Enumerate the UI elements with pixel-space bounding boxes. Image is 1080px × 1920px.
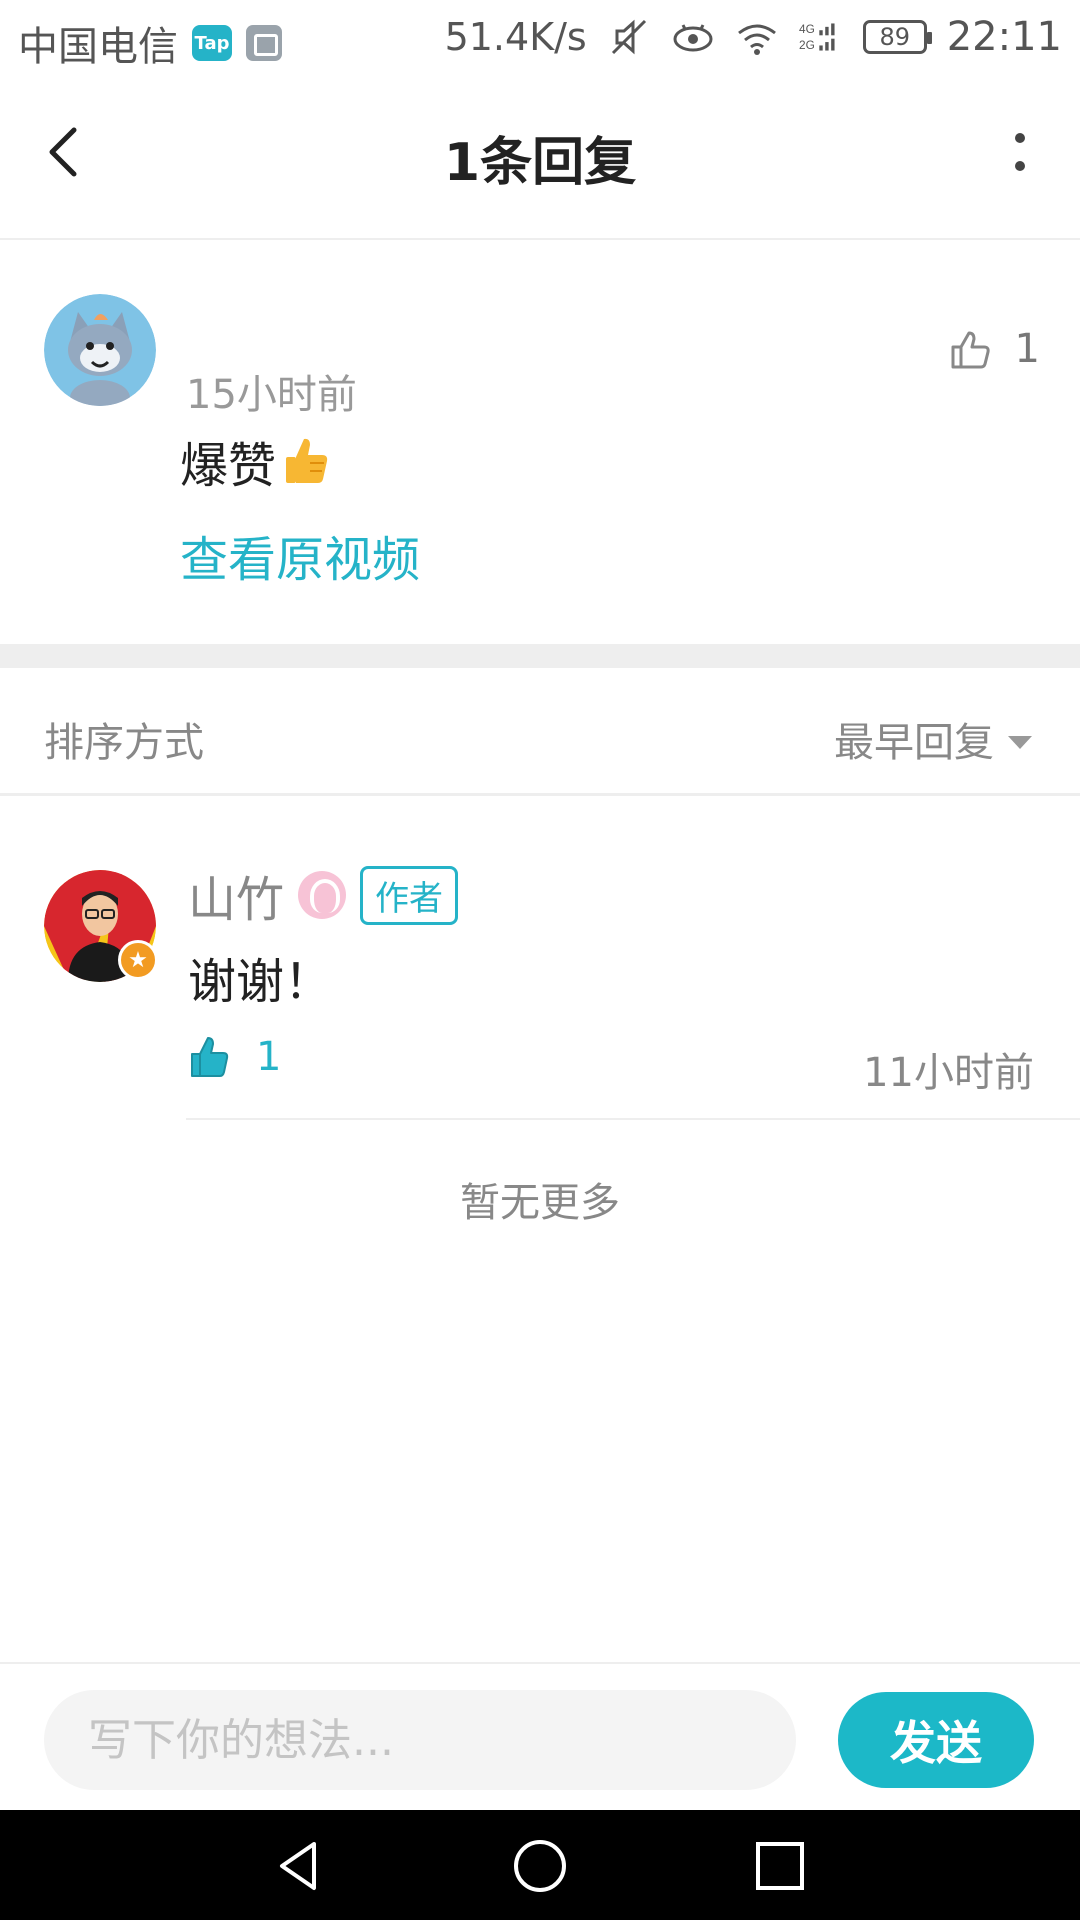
reply-author-row: 山竹 作者	[188, 860, 459, 930]
network-type-top: 4G	[799, 22, 815, 36]
battery-indicator: 89	[862, 20, 932, 54]
reply-time: 11小时前	[863, 1050, 1034, 1096]
eye-comfort-icon	[673, 24, 713, 52]
reply-like-count: 1	[256, 1034, 282, 1080]
reply-text: 谢谢！	[188, 954, 333, 1010]
network-type-bottom: 2G	[799, 38, 815, 52]
sort-label: 排序方式	[44, 720, 204, 766]
thumbs-up-filled-icon	[191, 1037, 229, 1077]
tap-app-icon: Tap	[192, 25, 232, 61]
comment-input-bar: 发送	[0, 1662, 1080, 1810]
sort-dropdown[interactable]: 最早回复	[834, 710, 1032, 768]
reply-divider	[186, 1118, 1080, 1120]
network-speed: 51.4K/s	[444, 15, 587, 59]
clock: 22:11	[946, 14, 1062, 60]
status-bar: 中国电信 Tap 51.4K/s 4G 2G 89 22:11	[0, 0, 1080, 74]
sort-selected-value: 最早回复	[834, 720, 994, 766]
original-comment: 15小时前 1 爆赞 查看原视频	[0, 242, 1080, 644]
like-button[interactable]: 1	[949, 326, 1040, 372]
user-medal-icon	[298, 871, 347, 919]
view-original-video-link[interactable]: 查看原视频	[180, 520, 420, 590]
nav-back-icon[interactable]	[270, 1836, 330, 1896]
thumbs-up-emoji-icon	[286, 438, 328, 483]
reply-like-button[interactable]: 1	[188, 1034, 281, 1080]
no-more-text: 暂无更多	[460, 1180, 620, 1226]
gallery-notification-icon	[246, 25, 282, 61]
reply-author-name[interactable]: 山竹	[188, 860, 284, 930]
signal-icon: 4G 2G	[799, 22, 835, 52]
mute-icon	[611, 19, 646, 55]
comment-input[interactable]	[44, 1690, 796, 1790]
author-badge: 作者	[360, 865, 459, 925]
reply-item: ★ 山竹 作者 谢谢！ 1 11小时前	[0, 800, 1080, 1120]
nav-home-icon[interactable]	[510, 1836, 570, 1896]
sort-bar: 排序方式 最早回复	[0, 668, 1080, 796]
user-avatar[interactable]	[44, 294, 156, 406]
app-header: 1条回复	[0, 74, 1080, 240]
wifi-icon	[737, 24, 776, 55]
page-title: 1条回复	[443, 133, 637, 193]
comment-text-body: 爆赞	[180, 438, 277, 494]
comment-text: 爆赞	[180, 426, 332, 496]
star-level-badge-icon: ★	[118, 940, 158, 980]
dropdown-caret-icon	[1008, 735, 1032, 749]
send-button[interactable]: 发送	[838, 1692, 1034, 1788]
section-divider	[0, 644, 1080, 668]
comment-time: 15小时前	[186, 372, 357, 418]
system-nav-bar	[0, 1810, 1080, 1920]
like-count: 1	[1014, 326, 1040, 372]
carrier-name: 中国电信	[18, 24, 178, 70]
more-options-icon[interactable]	[1000, 122, 1040, 182]
thumbs-up-outline-icon	[951, 331, 990, 369]
nav-recents-icon[interactable]	[750, 1836, 810, 1896]
